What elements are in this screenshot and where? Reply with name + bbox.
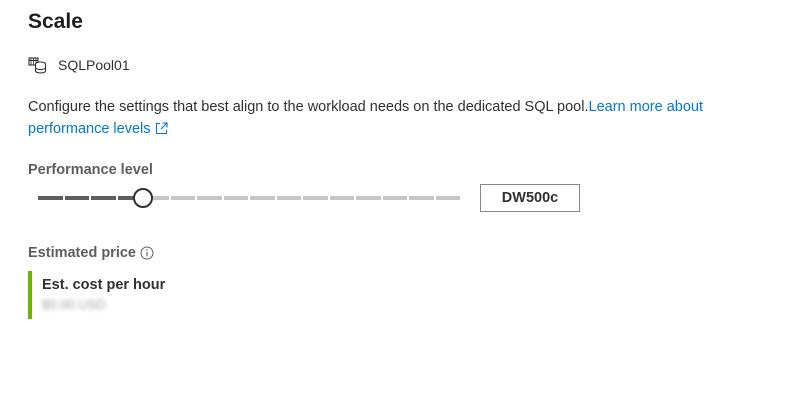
page-title: Scale bbox=[28, 10, 83, 33]
slider-step[interactable] bbox=[435, 196, 460, 200]
slider-step[interactable] bbox=[356, 196, 381, 200]
slider-step[interactable] bbox=[250, 196, 275, 200]
slider-step[interactable] bbox=[409, 196, 434, 200]
slider-step[interactable] bbox=[64, 196, 89, 200]
resource-name: SQLPool01 bbox=[58, 57, 130, 73]
slider-step[interactable] bbox=[197, 196, 222, 200]
estimated-price-label: Estimated price bbox=[28, 245, 154, 261]
external-link-icon bbox=[155, 120, 168, 142]
cost-title: Est. cost per hour bbox=[42, 277, 166, 293]
description-text: Configure the settings that best align t… bbox=[28, 99, 589, 115]
resource-row: SQLPool01 bbox=[28, 55, 130, 75]
slider-step[interactable] bbox=[223, 196, 248, 200]
slider-step[interactable] bbox=[276, 196, 301, 200]
slider-step[interactable] bbox=[91, 196, 116, 200]
slider-step[interactable] bbox=[38, 196, 63, 200]
slider-step[interactable] bbox=[170, 196, 195, 200]
info-icon[interactable] bbox=[140, 246, 154, 260]
performance-level-slider[interactable] bbox=[38, 186, 460, 210]
slider-step[interactable] bbox=[329, 196, 354, 200]
slider-step[interactable] bbox=[303, 196, 328, 200]
performance-level-value: DW500c bbox=[480, 184, 580, 212]
slider-step[interactable] bbox=[382, 196, 407, 200]
sql-pool-icon bbox=[28, 55, 48, 75]
estimated-price-text: Estimated price bbox=[28, 245, 136, 261]
description: Configure the settings that best align t… bbox=[28, 96, 758, 142]
cost-card: Est. cost per hour $0.00 USD bbox=[28, 271, 165, 319]
cost-value: $0.00 USD bbox=[42, 297, 106, 312]
performance-level-label: Performance level bbox=[28, 162, 153, 178]
slider-thumb[interactable] bbox=[133, 188, 153, 208]
